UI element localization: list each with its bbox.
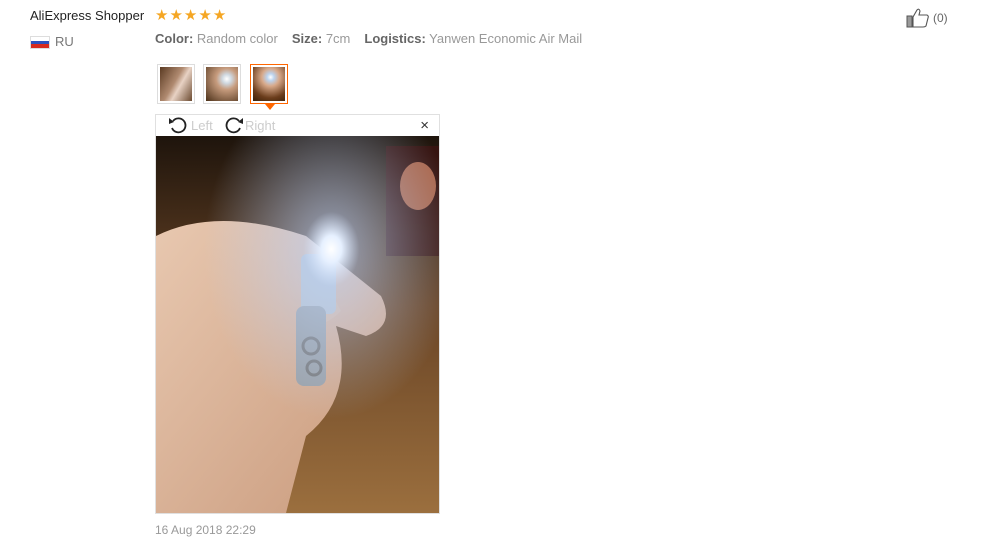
photo-thumbnail-image [206,67,238,101]
review-photo-image [156,136,439,513]
reviewer-name: AliExpress Shopper [30,8,145,23]
photo-thumbnail-image [253,67,285,101]
close-viewer-button[interactable]: × [420,117,429,134]
review-date: 16 Aug 2018 22:29 [155,523,256,537]
photo-viewer-toolbar: Left Right × [156,115,439,136]
star-icon: ★ [183,7,198,24]
order-specs: Color: Random color Size: 7cm Logistics:… [155,31,582,46]
close-icon: × [420,117,429,134]
spec-logistics: Logistics: Yanwen Economic Air Mail [364,31,583,46]
rotate-right-button[interactable]: Right [222,115,275,135]
country-flag-icon [30,36,50,49]
country-code: RU [55,34,74,49]
photo-thumbnail-image [160,67,192,101]
helpful-count: (0) [933,11,948,25]
review-photo-thumbnail[interactable] [203,64,241,104]
review-photo-thumbnail[interactable] [157,64,195,104]
rotate-left-icon [169,117,187,134]
star-icon: ★ [155,7,169,24]
thumbs-up-icon [906,8,929,28]
rotate-left-label: Left [191,117,213,133]
spec-color: Color: Random color [155,31,278,46]
star-icon: ★ [169,7,183,24]
review-photo-thumbnail-active[interactable] [250,64,288,110]
star-rating: ★ ★ ★ ★ ★ [155,7,226,25]
spec-size: Size: 7cm [291,31,351,46]
rotate-right-label: Right [245,117,276,133]
star-icon: ★ [198,7,212,24]
helpful-button[interactable]: (0) [906,8,948,28]
photo-viewer: Left Right × [155,114,440,514]
active-thumbnail-indicator [265,104,275,110]
star-icon: ★ [212,7,227,24]
review-photo [156,136,439,513]
rotate-right-icon [225,117,243,134]
rotate-left-button[interactable]: Left [168,115,213,135]
